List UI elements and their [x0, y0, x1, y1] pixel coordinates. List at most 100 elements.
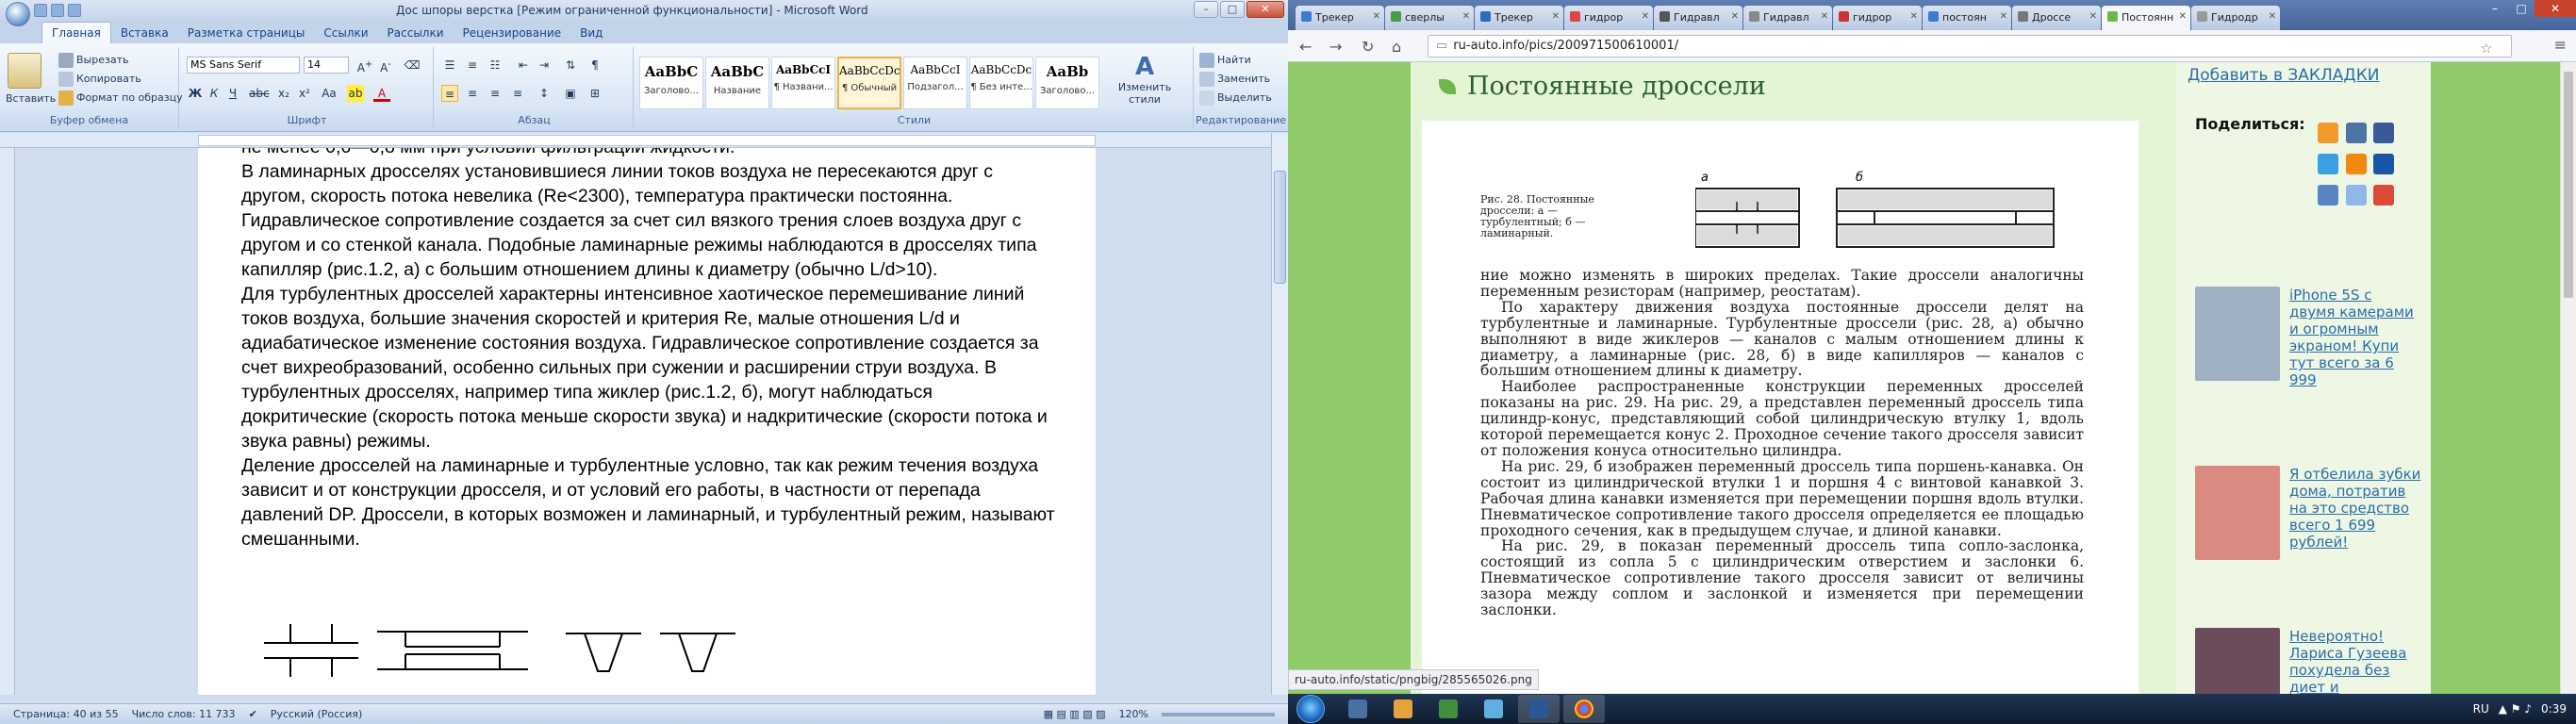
maximize-button[interactable]: □: [2508, 0, 2535, 17]
numbering-icon[interactable]: ≡: [464, 57, 481, 74]
browser-tab[interactable]: Трекер ✕: [1475, 6, 1563, 30]
browser-tab[interactable]: Дроссе ✕: [2012, 6, 2101, 30]
tab-close-icon[interactable]: ✕: [2179, 11, 2187, 22]
ad-item[interactable]: Невероятно! Лариса Гузеева похудела без …: [2195, 628, 2421, 694]
taskbar-app[interactable]: [1473, 695, 1514, 723]
align-left-icon[interactable]: ≡: [441, 85, 458, 102]
tab-close-icon[interactable]: ✕: [2000, 11, 2007, 22]
underline-button[interactable]: Ч: [224, 85, 241, 102]
style-no-spacing[interactable]: AaBbCcDc ¶ Без инте...: [969, 57, 1033, 109]
word-count[interactable]: Число слов: 11 733: [132, 708, 236, 720]
page-count[interactable]: Страница: 40 из 55: [13, 708, 119, 720]
browser-tab-active[interactable]: Постоянн ✕: [2102, 6, 2190, 30]
browser-tab[interactable]: постоян ✕: [1923, 6, 2011, 30]
close-button[interactable]: ✕: [2535, 0, 2576, 17]
view-buttons[interactable]: ▦ ▤ ▥ ▧ ▨: [1044, 708, 1106, 720]
tab-references[interactable]: Ссылки: [314, 23, 377, 43]
ad-link[interactable]: Невероятно! Лариса Гузеева похудела без …: [2289, 628, 2421, 694]
twitter-icon[interactable]: [2318, 154, 2338, 174]
multilevel-list-icon[interactable]: ☷: [487, 57, 504, 74]
undo-icon[interactable]: [51, 4, 64, 17]
browser-scrollbar[interactable]: [2560, 62, 2576, 694]
bold-button[interactable]: Ж: [187, 85, 204, 102]
zoom-level[interactable]: 120%: [1119, 708, 1148, 720]
font-name-combo[interactable]: MS Sans Serif: [187, 57, 300, 74]
liveinternet-icon[interactable]: [2345, 185, 2367, 206]
line-spacing-icon[interactable]: ↕: [536, 85, 553, 102]
paste-icon[interactable]: [8, 53, 41, 89]
word-vertical-scrollbar[interactable]: [1271, 133, 1288, 695]
taskbar-app-word[interactable]: [1518, 695, 1560, 723]
office-button[interactable]: [6, 2, 30, 26]
tab-mailings[interactable]: Рассылки: [378, 23, 454, 43]
change-case-button[interactable]: Aa: [321, 85, 338, 102]
tab-close-icon[interactable]: ✕: [1373, 11, 1380, 22]
tab-insert[interactable]: Вставка: [111, 23, 178, 43]
browser-tab[interactable]: сверлы ✕: [1385, 6, 1474, 30]
ok-icon[interactable]: [2345, 154, 2367, 174]
italic-button[interactable]: К: [206, 85, 223, 102]
style-caption[interactable]: AaBbCcI ¶ Названи...: [771, 57, 835, 109]
clear-format-icon[interactable]: ⌫: [404, 57, 421, 74]
mailru-icon[interactable]: [2373, 154, 2394, 174]
tab-close-icon[interactable]: ✕: [1552, 11, 1560, 22]
taskbar-app[interactable]: [1428, 695, 1469, 723]
start-button[interactable]: [1288, 694, 1333, 724]
show-marks-icon[interactable]: ¶: [586, 57, 603, 74]
save-icon[interactable]: [34, 4, 47, 17]
browser-tab[interactable]: Гидравл ✕: [1654, 6, 1742, 30]
facebook-icon[interactable]: [2373, 123, 2394, 143]
ad-link[interactable]: iPhone 5S с двумя камерами и огромным эк…: [2289, 287, 2421, 388]
tab-close-icon[interactable]: ✕: [1910, 11, 1918, 22]
superscript-button[interactable]: x²: [296, 85, 313, 102]
scanned-page-image[interactable]: Рис. 28. Постоянные дроссели: а — турбул…: [1422, 121, 2138, 694]
reload-icon[interactable]: ↻: [1362, 38, 1374, 56]
style-title[interactable]: AaBbC Название: [705, 57, 769, 109]
tab-close-icon[interactable]: ✕: [1731, 11, 1739, 22]
tab-view[interactable]: Вид: [570, 23, 612, 43]
address-bar[interactable]: ▭ ru-auto.info/pics/200971500610001/ ☆: [1428, 35, 2512, 58]
language-indicator[interactable]: RU: [2473, 702, 2489, 716]
cut-button[interactable]: Вырезать: [58, 53, 128, 68]
tab-close-icon[interactable]: ✕: [1462, 11, 1470, 22]
copy-button[interactable]: Копировать: [58, 72, 141, 87]
strikethrough-button[interactable]: abc: [249, 85, 270, 102]
bullets-icon[interactable]: ☰: [441, 57, 458, 74]
taskbar-app[interactable]: [1337, 695, 1379, 723]
add-bookmark-link[interactable]: Добавить в ЗАКЛАДКИ: [2188, 66, 2379, 85]
minimize-button[interactable]: –: [1194, 1, 1218, 18]
align-center-icon[interactable]: ≡: [464, 85, 481, 102]
language-indicator[interactable]: Русский (Россия): [271, 708, 363, 720]
grow-font-button[interactable]: A+: [356, 57, 373, 74]
tab-home[interactable]: Главная: [41, 22, 111, 43]
browser-scroll-thumb[interactable]: [2564, 72, 2573, 298]
tab-close-icon[interactable]: ✕: [2269, 11, 2276, 22]
tab-close-icon[interactable]: ✕: [2089, 11, 2097, 22]
horizontal-ruler[interactable]: [0, 133, 1288, 148]
decrease-indent-icon[interactable]: ⇤: [515, 57, 532, 74]
vertical-ruler[interactable]: [0, 148, 15, 695]
ad-image[interactable]: [2195, 466, 2280, 560]
ad-image[interactable]: [2195, 287, 2280, 381]
livejournal-icon[interactable]: [2318, 185, 2338, 206]
word-scroll-thumb[interactable]: [1274, 171, 1286, 284]
home-icon[interactable]: ⌂: [1392, 38, 1401, 56]
style-normal[interactable]: AaBbCcDc ¶ Обычный: [837, 57, 901, 109]
tab-close-icon[interactable]: ✕: [1821, 11, 1828, 22]
style-heading-1[interactable]: AaBbC Заголово...: [639, 57, 703, 109]
ad-image[interactable]: [2195, 628, 2280, 694]
close-button[interactable]: ✕: [1247, 1, 1284, 18]
shrink-font-button[interactable]: A-: [377, 57, 394, 74]
tray-icons[interactable]: ▲ ⚑ ♪: [2499, 702, 2532, 716]
clock[interactable]: 0:39: [2541, 702, 2567, 716]
zoom-slider[interactable]: [1162, 712, 1275, 716]
subscript-button[interactable]: x₂: [275, 85, 292, 102]
tab-review[interactable]: Рецензирование: [454, 23, 571, 43]
forward-icon[interactable]: →: [1329, 38, 1342, 56]
paste-button[interactable]: Вставить: [6, 92, 56, 105]
browser-tab[interactable]: гидрор ✕: [1564, 6, 1653, 30]
redo-icon[interactable]: [68, 4, 81, 17]
tab-page-layout[interactable]: Разметка страницы: [178, 23, 315, 43]
format-painter-button[interactable]: Формат по образцу: [58, 90, 183, 106]
change-styles-button[interactable]: A Изменить стили: [1107, 53, 1182, 106]
